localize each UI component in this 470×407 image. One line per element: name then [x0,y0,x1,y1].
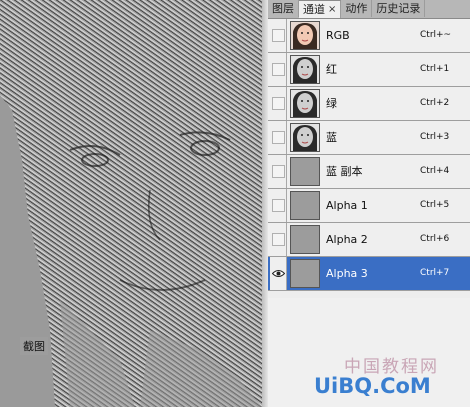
channel-shortcut: Ctrl+2 [420,98,450,108]
tab-label: 通道 [303,3,325,16]
visibility-toggle[interactable] [270,189,287,222]
channel-name: Alpha 1 [326,199,368,212]
watermark-en-text: UiBQ.CoM [314,374,431,398]
channel-row[interactable]: Alpha 1 Ctrl+5 [268,189,470,223]
channel-thumbnail [290,157,320,186]
channel-name: 蓝 副本 [326,165,363,178]
tab-history[interactable]: 历史记录 [372,0,426,17]
watermark-logo: 中国教程网 UiBQ.CoM [300,350,470,407]
channel-shortcut: Ctrl+6 [420,234,450,244]
channel-name: 蓝 [326,131,337,144]
channel-thumbnail [290,21,320,50]
channel-thumbnail [290,55,320,84]
channel-row[interactable]: Alpha 2 Ctrl+6 [268,223,470,257]
visibility-toggle[interactable] [270,155,287,188]
channel-row[interactable]: RGB Ctrl+~ [268,19,470,53]
tab-label: 历史记录 [376,2,421,15]
tab-label: 动作 [345,2,368,15]
channel-row[interactable]: Alpha 3 Ctrl+7 [268,257,470,291]
channel-shortcut: Ctrl+3 [420,132,450,142]
channel-name: 绿 [326,97,337,110]
tab-channels[interactable]: 通道 × [299,0,342,18]
document-canvas[interactable]: 截图 [0,0,262,407]
channel-shortcut: Ctrl+~ [420,30,452,40]
visibility-toggle[interactable] [270,19,287,52]
channel-shortcut: Ctrl+7 [420,268,450,278]
tab-label: 图层 [272,2,294,15]
channel-thumbnail [290,89,320,118]
canvas-text-label: 截图 [20,337,48,355]
visibility-toggle[interactable] [270,223,287,256]
channel-row[interactable]: 绿 Ctrl+2 [268,87,470,121]
tab-layers[interactable]: 图层 [268,0,299,17]
channel-row[interactable]: 红 Ctrl+1 [268,53,470,87]
panel-tab-bar: 图层 通道 × 动作 历史记录 [268,0,470,19]
channel-thumbnail [290,225,320,254]
eye-icon[interactable] [270,257,287,290]
visibility-toggle[interactable] [270,53,287,86]
channel-shortcut: Ctrl+4 [420,166,450,176]
channel-name: RGB [326,29,350,42]
channel-thumbnail [290,259,320,288]
channel-row[interactable]: 蓝 Ctrl+3 [268,121,470,155]
channel-shortcut: Ctrl+1 [420,64,450,74]
channel-name: Alpha 3 [326,267,368,280]
channel-shortcut: Ctrl+5 [420,200,450,210]
visibility-toggle[interactable] [270,121,287,154]
channel-thumbnail [290,191,320,220]
tab-actions[interactable]: 动作 [341,0,373,17]
channel-name: Alpha 2 [326,233,368,246]
channel-row[interactable]: 蓝 副本 Ctrl+4 [268,155,470,189]
close-icon[interactable]: × [328,1,336,18]
channel-thumbnail [290,123,320,152]
channel-list: RGB Ctrl+~ 红 Ctrl+1 绿 Ctrl+2 蓝 Ctrl+3 蓝 副本 Ctrl+4… [268,19,470,291]
channel-name: 红 [326,63,337,76]
channels-panel: 图层 通道 × 动作 历史记录 RGB Ctrl+~ 红 Ctrl+1 绿 Ctrl+2 蓝… [268,0,470,407]
visibility-toggle[interactable] [270,87,287,120]
